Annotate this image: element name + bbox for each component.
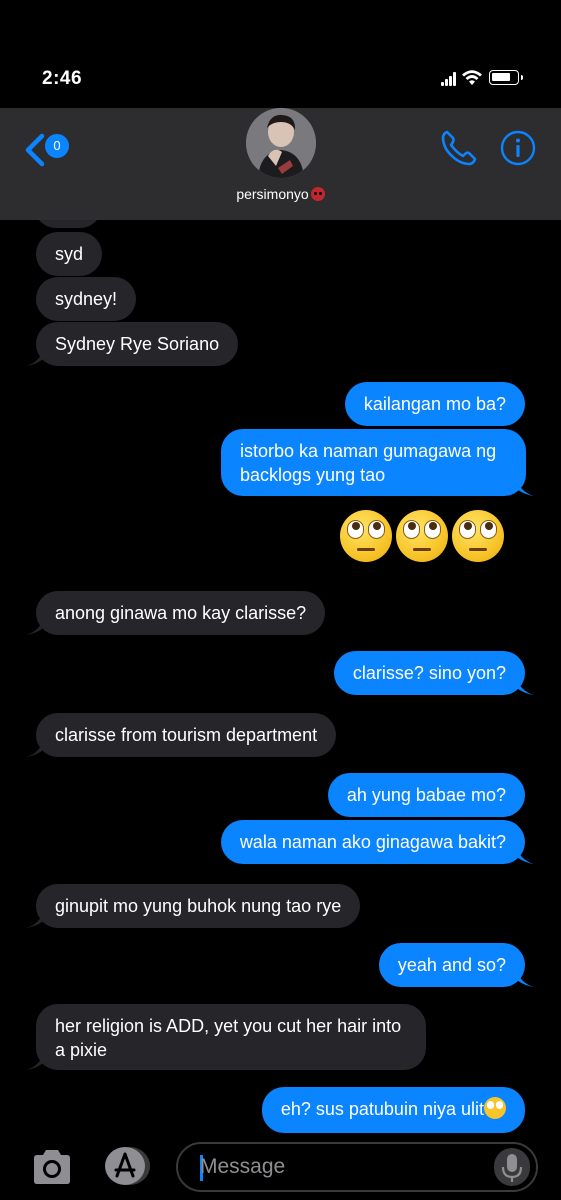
wifi-icon — [462, 70, 482, 85]
message-text: ah yung babae mo? — [346, 785, 506, 805]
status-bar: 2:46 — [0, 0, 561, 108]
message-bubble-outgoing[interactable]: kailangan mo ba? — [344, 382, 525, 426]
messages-screen: syd sydney! Sydney Rye Soriano kailangan… — [0, 0, 561, 1200]
message-text: Sydney Rye Soriano — [55, 334, 220, 354]
message-input-field[interactable] — [176, 1142, 538, 1192]
bubble-tail-incoming — [26, 910, 44, 928]
compose-bar — [0, 1134, 561, 1200]
message-bubble-incoming[interactable]: syd — [36, 232, 103, 276]
message-bubble-outgoing[interactable]: istorbo ka naman gumagawa ng backlogs yu… — [221, 429, 526, 496]
message-bubble-outgoing[interactable]: wala naman ako ginagawa bakit? — [220, 820, 525, 864]
info-icon[interactable] — [500, 130, 536, 166]
phone-icon[interactable] — [438, 128, 478, 168]
message-text: istorbo ka naman gumagawa ng backlogs yu… — [240, 441, 497, 485]
message-text: her religion is ADD, yet you cut her hai… — [55, 1016, 402, 1060]
app-store-button[interactable] — [101, 1146, 153, 1186]
message-input[interactable] — [200, 1153, 480, 1181]
message-bubble-incoming[interactable]: sydney! — [36, 277, 137, 321]
bubble-tail-incoming — [26, 1052, 44, 1070]
conversation-header: 0 persimonyo — [0, 108, 561, 220]
red-face-emoji-icon — [310, 187, 325, 201]
message-bubble-outgoing[interactable]: clarisse? sino yon? — [333, 651, 525, 695]
message-text: eh? sus patubuin niya ulit — [280, 1099, 484, 1119]
microphone-icon — [501, 1154, 523, 1182]
message-bubble-outgoing[interactable]: ah yung babae mo? — [327, 773, 525, 817]
status-time: 2:46 — [42, 68, 83, 89]
message-text: clarisse? sino yon? — [352, 663, 506, 683]
face-with-rolling-eyes-icon — [340, 510, 392, 562]
dictation-button[interactable] — [494, 1148, 530, 1186]
message-bubble-incoming[interactable]: her religion is ADD, yet you cut her hai… — [36, 1004, 426, 1070]
contact-name[interactable]: persimonyo — [0, 186, 561, 202]
bubble-tail-outgoing — [516, 846, 534, 864]
message-text: anong ginawa mo kay clarisse? — [55, 603, 307, 623]
unread-count-badge: 0 — [45, 134, 69, 158]
message-bubble-incoming[interactable]: Sydney Rye Soriano — [36, 322, 239, 366]
message-text: kailangan mo ba? — [363, 394, 506, 414]
message-text: clarisse from tourism department — [55, 725, 318, 745]
face-with-rolling-eyes-icon — [452, 510, 504, 562]
back-button[interactable]: 0 — [22, 130, 82, 170]
message-bubble-outgoing[interactable]: yeah and so? — [378, 943, 525, 987]
message-bubble-incoming[interactable]: ginupit mo yung buhok nung tao rye — [36, 884, 361, 928]
message-bubble-incoming[interactable]: clarisse from tourism department — [36, 713, 337, 757]
message-text: ginupit mo yung buhok nung tao rye — [55, 896, 342, 916]
message-text: sydney! — [55, 289, 118, 309]
chevron-left-icon — [25, 133, 45, 167]
message-bubble-outgoing[interactable]: eh? sus patubuin niya ulit — [261, 1087, 525, 1133]
camera-icon[interactable] — [30, 1148, 74, 1186]
bubble-tail-outgoing — [516, 677, 534, 695]
bubble-tail-incoming — [26, 348, 44, 366]
app-store-icon — [105, 1147, 150, 1185]
message-text: yeah and so? — [397, 955, 506, 975]
contact-name-text: persimonyo — [236, 186, 309, 202]
bubble-tail-outgoing — [516, 969, 534, 987]
cellular-signal-icon — [441, 72, 457, 86]
face-with-rolling-eyes-icon — [396, 510, 448, 562]
message-text: syd — [55, 244, 84, 264]
contact-avatar[interactable] — [246, 108, 316, 178]
battery-icon — [489, 70, 523, 85]
bubble-tail-incoming — [26, 617, 44, 635]
avatar-photo — [246, 108, 316, 178]
message-bubble-incoming[interactable]: anong ginawa mo kay clarisse? — [36, 591, 326, 635]
face-with-rolling-eyes-icon — [484, 1097, 506, 1119]
bubble-tail-incoming — [26, 739, 44, 757]
bubble-tail-outgoing — [516, 478, 534, 496]
message-text: wala naman ako ginagawa bakit? — [239, 832, 506, 852]
